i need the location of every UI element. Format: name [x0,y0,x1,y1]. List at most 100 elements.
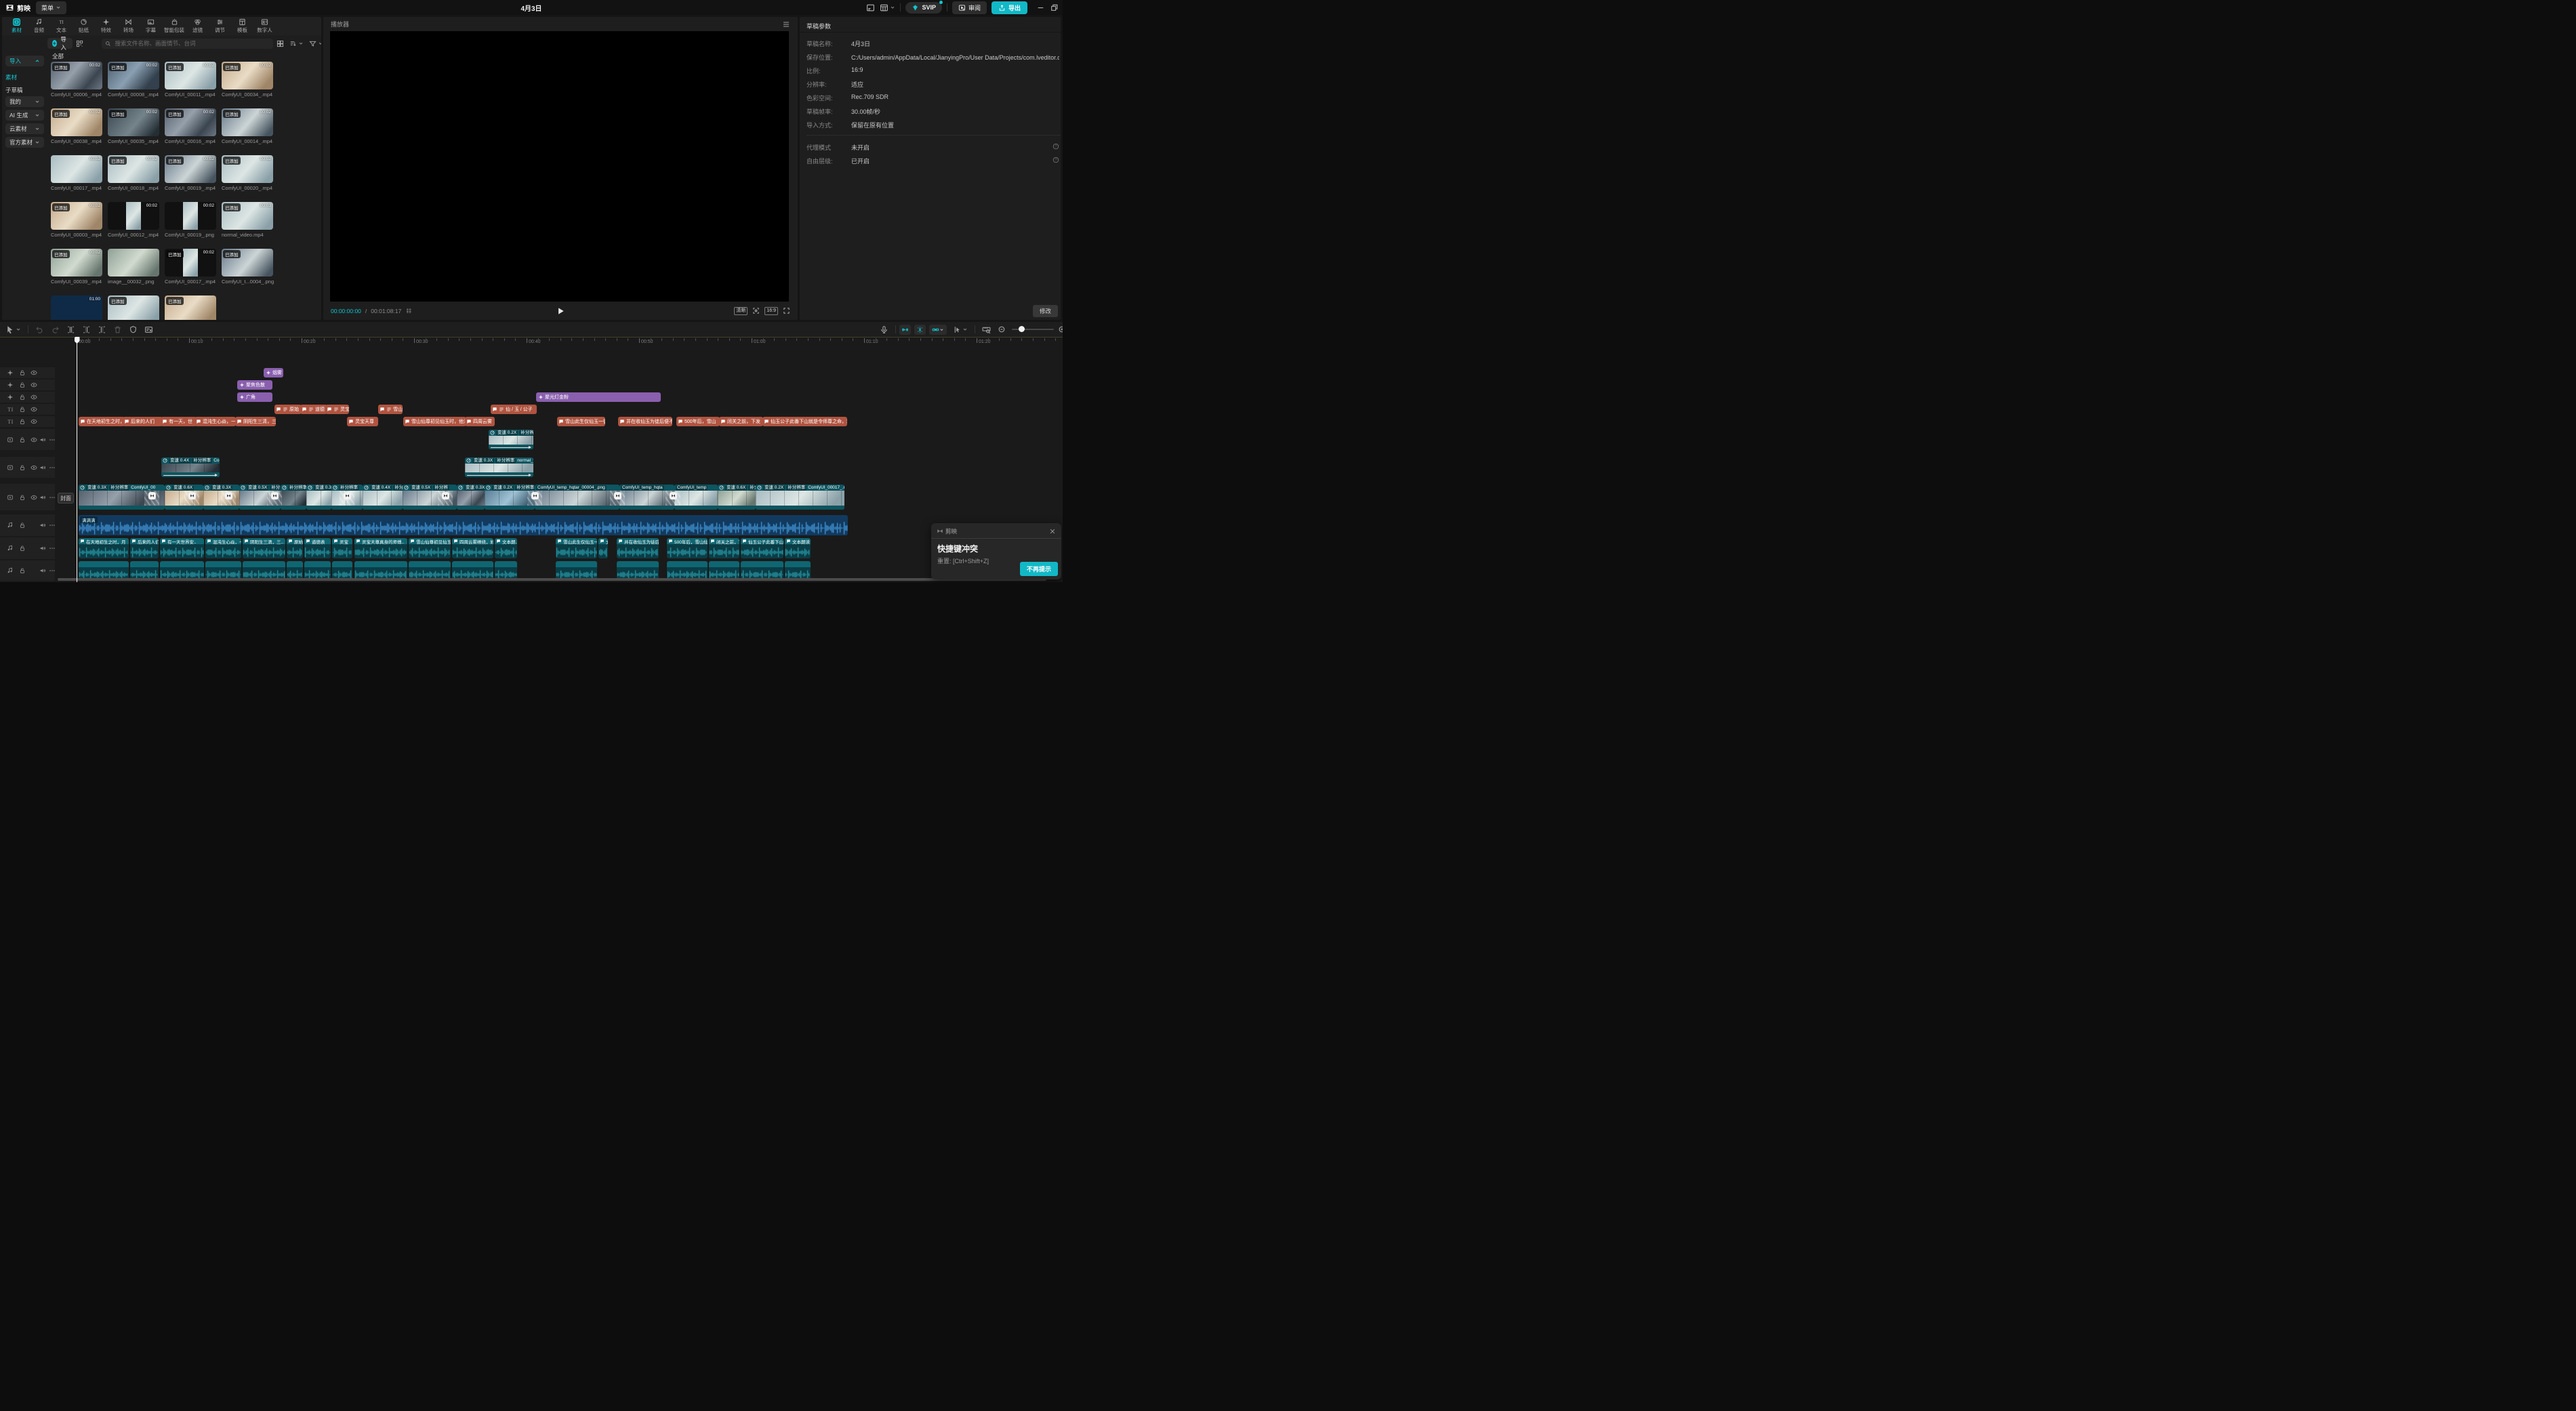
tab-转场[interactable]: 转场 [118,18,139,34]
audio-clip-partial[interactable] [79,561,129,580]
tts-audio-clip[interactable]: 并在收仙玉为徒后便不 [617,538,659,558]
media-item[interactable]: 00:02ComfyUI_00019_.png [165,202,219,249]
horizontal-scrollbar[interactable] [58,578,1046,581]
media-item[interactable]: 已添加00:02ComfyUI_00034_.mp4 [222,62,276,108]
text-clip[interactable]: 仙玉公子此番下山就是令师尊之命，救 [762,417,847,426]
sort-button[interactable] [289,40,304,47]
text-clip[interactable]: 闭关之前，下发 [719,417,763,426]
media-item[interactable]: 已添加00:02ComfyUI_00006_.mp4 [51,62,105,108]
audio-clip-partial[interactable] [452,561,493,580]
video-clip[interactable]: 变速 0.6X补分 [718,485,756,510]
text-clip[interactable]: 500年后，雪山 [676,417,720,426]
help-icon[interactable]: ? [1052,143,1059,150]
media-item[interactable]: 已添加 [165,295,219,320]
quality-chip[interactable]: 清晰 [734,307,748,315]
audio-clip-partial[interactable] [409,561,451,580]
delete-icon[interactable] [113,325,122,334]
workspace-layout-button[interactable] [880,3,895,12]
tts-audio-clip[interactable]: 灵宝天尊真身的师傅.. [354,538,407,558]
transition-marker[interactable] [188,492,196,499]
linkage-toggle[interactable] [929,325,947,335]
split-icon[interactable] [66,325,75,334]
close-icon[interactable] [1049,528,1056,535]
text-clip[interactable]: 四周云雾 [465,417,495,426]
text-clip[interactable]: 道德 [300,405,327,414]
restore-window-icon[interactable] [1050,3,1059,12]
tts-audio-clip[interactable]: 道德表 [304,538,331,558]
media-item[interactable]: 00:02ComfyUI_00012_.mp4 [108,202,162,249]
tts-audio-clip[interactable]: 文 [598,538,608,558]
video-clip[interactable]: ComfyUI_temp [674,485,718,510]
tab-滤镜[interactable]: 滤镜 [187,18,208,34]
transition-marker[interactable] [344,492,351,499]
audio-clip-partial[interactable] [741,561,783,580]
tts-audio-clip[interactable]: 灵宝 [332,538,352,558]
tts-audio-clip[interactable]: 雪山仙尊初见仙玉时，.. [409,538,451,558]
modify-button[interactable]: 修改 [1033,305,1058,317]
audio-clip-partial[interactable] [617,561,659,580]
tts-audio-clip[interactable]: 闭关之前，下发了 [709,538,739,558]
voiceover-mic-icon[interactable] [880,325,888,334]
tab-字幕[interactable]: 字幕 [140,18,161,34]
media-item[interactable]: 已添加00:02ComfyUI_00011_.mp4 [165,62,219,108]
audio-clip-partial[interactable] [304,561,331,580]
transition-marker[interactable] [442,492,449,499]
tab-调节[interactable]: 调节 [209,18,230,34]
text-clip[interactable]: 灵宝 [325,405,349,414]
video-clip[interactable]: 变速 0.4X补分辨率Co [161,457,220,477]
tab-特效[interactable]: 特效 [96,18,117,34]
transition-marker[interactable] [614,492,621,499]
tts-audio-clip[interactable]: 文本朗读 [785,538,811,558]
video-clip[interactable]: 变速 0.2X补分辨率ComfyUI_00017_.m [756,485,844,510]
audio-clip-partial[interactable] [785,561,811,580]
media-item[interactable]: 已添加 [108,295,162,320]
timeline-zoom-slider[interactable] [1012,325,1054,333]
preview-axis-toggle[interactable] [914,325,926,335]
tts-audio-clip[interactable]: 后来的人们 [130,538,159,558]
sidebar-item-云素材[interactable]: 云素材 [5,123,44,134]
effect-clip[interactable]: 聚焦色散 [237,380,272,390]
tts-audio-clip[interactable]: 仙玉公子此番下山就是.. [741,538,783,558]
tts-audio-clip[interactable]: 阴阳生三清，三.. [243,538,285,558]
audio-clip-partial[interactable] [160,561,204,580]
dont-remind-button[interactable]: 不再提示 [1020,562,1058,576]
media-item[interactable]: 已添加00:02ComfyUI_00003_.mp4 [51,202,105,249]
media-item[interactable]: 已添加00:02ComfyUI_00019_.mp4 [165,155,219,202]
split-keep-right-icon[interactable] [98,325,106,334]
zoom-out-icon[interactable] [998,325,1006,334]
media-item[interactable]: 01:00 [51,295,105,320]
qr-scan-icon[interactable] [76,40,83,47]
transition-marker[interactable] [531,492,539,499]
video-clip[interactable]: 变速 0.4X补分辨率 [363,485,403,510]
audio-clip-partial[interactable] [287,561,303,580]
tts-audio-clip[interactable]: 四周云雾缭绕，好似仙.. [452,538,493,558]
audio-clip-partial[interactable] [130,561,159,580]
video-clip[interactable]: 变速 0.3X [457,485,485,510]
audio-clip-partial[interactable] [354,561,407,580]
media-item[interactable]: image__00032_.png [108,249,162,295]
slider-handle[interactable] [1019,326,1025,332]
export-button[interactable]: 导出 [991,1,1027,14]
import-button[interactable]: + 导入 [47,38,73,49]
frame-list-icon[interactable] [405,308,412,314]
sidebar-item-官方素材[interactable]: 官方素材 [5,137,44,148]
ratio-chip[interactable]: 16:9 [764,307,778,315]
transition-marker[interactable] [271,492,279,499]
mask-shield-icon[interactable] [129,325,138,334]
media-item[interactable]: 已添加00:02ComfyUI_00035_.mp4 [108,108,162,155]
play-button[interactable] [556,306,565,316]
auto-snap-toggle[interactable] [899,325,911,335]
media-item[interactable]: 已添加00:03normal_video.mp4 [222,202,276,249]
tts-audio-clip[interactable]: 文本朗.. [495,538,517,558]
audio-clip-partial[interactable] [332,561,352,580]
svip-badge[interactable]: SVIP [905,2,942,14]
text-clip[interactable]: 后来的人们 [123,417,163,426]
sidebar-item-素材[interactable]: 素材 [5,73,44,81]
audio-clip-partial[interactable] [243,561,285,580]
transition-marker[interactable] [670,492,677,499]
video-clip[interactable]: 变速 0.2X补分辨率 [489,430,533,449]
fullscreen-icon[interactable] [783,307,790,314]
cursor-mode-button[interactable] [952,325,968,334]
timeline-ruler-icon[interactable] [982,325,991,334]
tts-audio-clip[interactable]: 有一天世界安.. [160,538,204,558]
